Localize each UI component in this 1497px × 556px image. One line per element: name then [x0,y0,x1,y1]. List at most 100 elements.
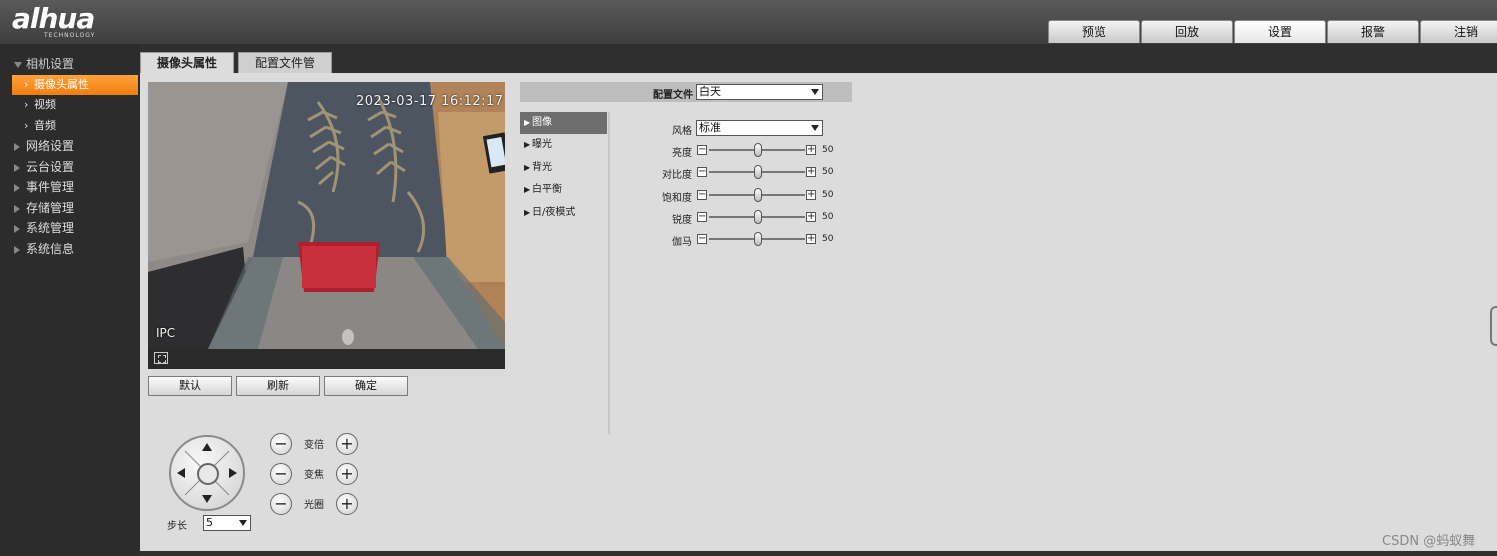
gamma-minus-button[interactable]: − [697,234,707,244]
default-button[interactable]: 默认 [148,376,232,396]
camera-scene-image [148,82,505,349]
iris-plus-button[interactable]: + [336,493,358,515]
expand-triangle-icon [14,184,20,192]
video-preview: 2023-03-17 16:12:17 IPC [148,82,505,349]
sidebar-group-network[interactable]: 网络设置 [0,136,140,157]
iris-minus-button[interactable]: − [270,493,292,515]
sidebar-group-label: 存储管理 [26,200,75,215]
dropdown-arrow-icon [811,125,819,131]
side-handle-icon[interactable] [1490,306,1497,346]
style-select[interactable]: 标准 [696,120,823,136]
nav-settings-button[interactable]: 设置 [1234,20,1326,43]
style-label: 风格 [672,126,692,137]
zoom-plus-button[interactable]: + [336,433,358,455]
saturation-thumb[interactable] [754,188,762,202]
nav-alarm-button[interactable]: 报警 [1327,20,1419,43]
zoom-minus-button[interactable]: − [270,433,292,455]
nav-preview-button[interactable]: 预览 [1048,20,1140,43]
gamma-thumb[interactable] [754,232,762,246]
brightness-label: 亮度 [672,148,692,159]
triangle-right-icon: ▶ [524,118,531,127]
sharpness-minus-button[interactable]: − [697,212,707,222]
subnav-exposure[interactable]: ▶ 曝光 [520,134,608,156]
subnav-image[interactable]: ▶ 图像 [520,112,607,135]
subnav-backlight[interactable]: ▶ 背光 [520,157,608,179]
nav-logout-button[interactable]: 注销 [1420,20,1497,43]
sharpness-label: 锐度 [672,215,692,226]
style-select-value: 标准 [699,121,721,134]
subnav-white-balance[interactable]: ▶ 白平衡 [520,179,608,201]
saturation-value: 50 [822,190,834,200]
zoom-label: 变倍 [304,440,324,451]
brightness-minus-button[interactable]: − [697,145,707,155]
contrast-thumb[interactable] [754,165,762,179]
watermark: CSDN @蚂蚁舞 [1382,534,1476,549]
sidebar-group-events[interactable]: 事件管理 [0,177,140,198]
step-select[interactable]: 5 [203,515,251,531]
sidebar-group-storage[interactable]: 存储管理 [0,198,140,219]
video-toolbar [148,349,505,369]
brand-logo: alhua TECHNOLOGY [12,4,132,40]
triangle-right-icon: ▶ [524,140,531,150]
subnav-day-night[interactable]: ▶ 日/夜模式 [520,202,608,224]
logo-text: alhua [12,2,95,35]
sidebar-group-label: 相机设置 [26,57,75,71]
gamma-label: 伽马 [672,237,692,248]
focus-plus-button[interactable]: + [336,463,358,485]
sidebar-group-ptz[interactable]: 云台设置 [0,157,140,178]
profile-label: 配置文件 [653,90,693,101]
sidebar-item-label: 音频 [34,118,56,132]
contrast-minus-button[interactable]: − [697,167,707,177]
expand-triangle-icon [14,163,20,172]
profile-select-value: 白天 [699,85,721,98]
contrast-plus-button[interactable]: + [806,167,816,177]
top-header: alhua TECHNOLOGY 预览 回放 设置 报警 注销 [0,0,1497,44]
ptz-center-button[interactable] [197,463,219,485]
subnav-label: 背光 [532,161,552,173]
confirm-button[interactable]: 确定 [324,376,408,396]
step-select-value: 5 [206,516,213,529]
sharpness-plus-button[interactable]: + [806,212,816,222]
sidebar-item-camera-properties[interactable]: › 摄像头属性 [12,74,138,95]
tab-camera-properties[interactable]: 摄像头属性 [140,52,234,74]
brightness-thumb[interactable] [754,143,762,157]
dropdown-arrow-icon [811,89,819,95]
sidebar-item-video[interactable]: › 视频 [0,95,140,116]
tab-profile-management[interactable]: 配置文件管理 [238,52,332,91]
profile-select[interactable]: 白天 [696,84,823,100]
nav-playback-button[interactable]: 回放 [1141,20,1233,43]
sidebar-group-label: 系统管理 [26,221,75,235]
triangle-right-icon: ▶ [524,207,531,217]
saturation-plus-button[interactable]: + [806,190,816,200]
sidebar-group-camera[interactable]: 相机设置 [0,54,140,75]
fullscreen-icon[interactable] [154,352,168,364]
profile-header: 配置文件 白天 [520,82,852,102]
video-timestamp: 2023-03-17 16:12:17 [356,94,504,109]
step-label: 步长 [167,521,187,532]
brightness-plus-button[interactable]: + [806,145,816,155]
sidebar-group-label: 云台设置 [26,159,75,174]
sidebar-group-label: 事件管理 [26,180,75,194]
focus-minus-button[interactable]: − [270,463,292,485]
sidebar-item-audio[interactable]: › 音频 [0,116,140,137]
sidebar: 相机设置 › 摄像头属性 › 视频 › 音频 网络设置 云台设置 事件管理 存储… [0,44,140,556]
sidebar-group-label: 系统信息 [26,241,75,256]
sidebar-group-system[interactable]: 系统管理 [0,218,140,239]
sharpness-value: 50 [822,212,834,222]
chevron-right-icon: › [24,118,29,132]
saturation-minus-button[interactable]: − [697,190,707,200]
sharpness-thumb[interactable] [754,210,762,224]
refresh-button[interactable]: 刷新 [236,376,320,396]
saturation-label: 饱和度 [662,193,692,204]
contrast-value: 50 [822,167,834,177]
sidebar-group-info[interactable]: 系统信息 [0,239,140,260]
sidebar-item-label: 摄像头属性 [34,77,89,91]
gamma-plus-button[interactable]: + [806,234,816,244]
image-settings-subnav: ▶ 图像 ▶ 曝光 ▶ 背光 ▶ 白平衡 ▶ 日/夜模式 [520,112,610,434]
main-nav: 预览 回放 设置 报警 注销 [1048,20,1497,44]
tab-bar: 摄像头属性 配置文件管理 [140,52,336,91]
ptz-direction-pad[interactable] [169,435,245,511]
focus-label: 变焦 [304,470,324,481]
expand-triangle-icon [14,143,20,151]
dropdown-arrow-icon [239,520,247,526]
